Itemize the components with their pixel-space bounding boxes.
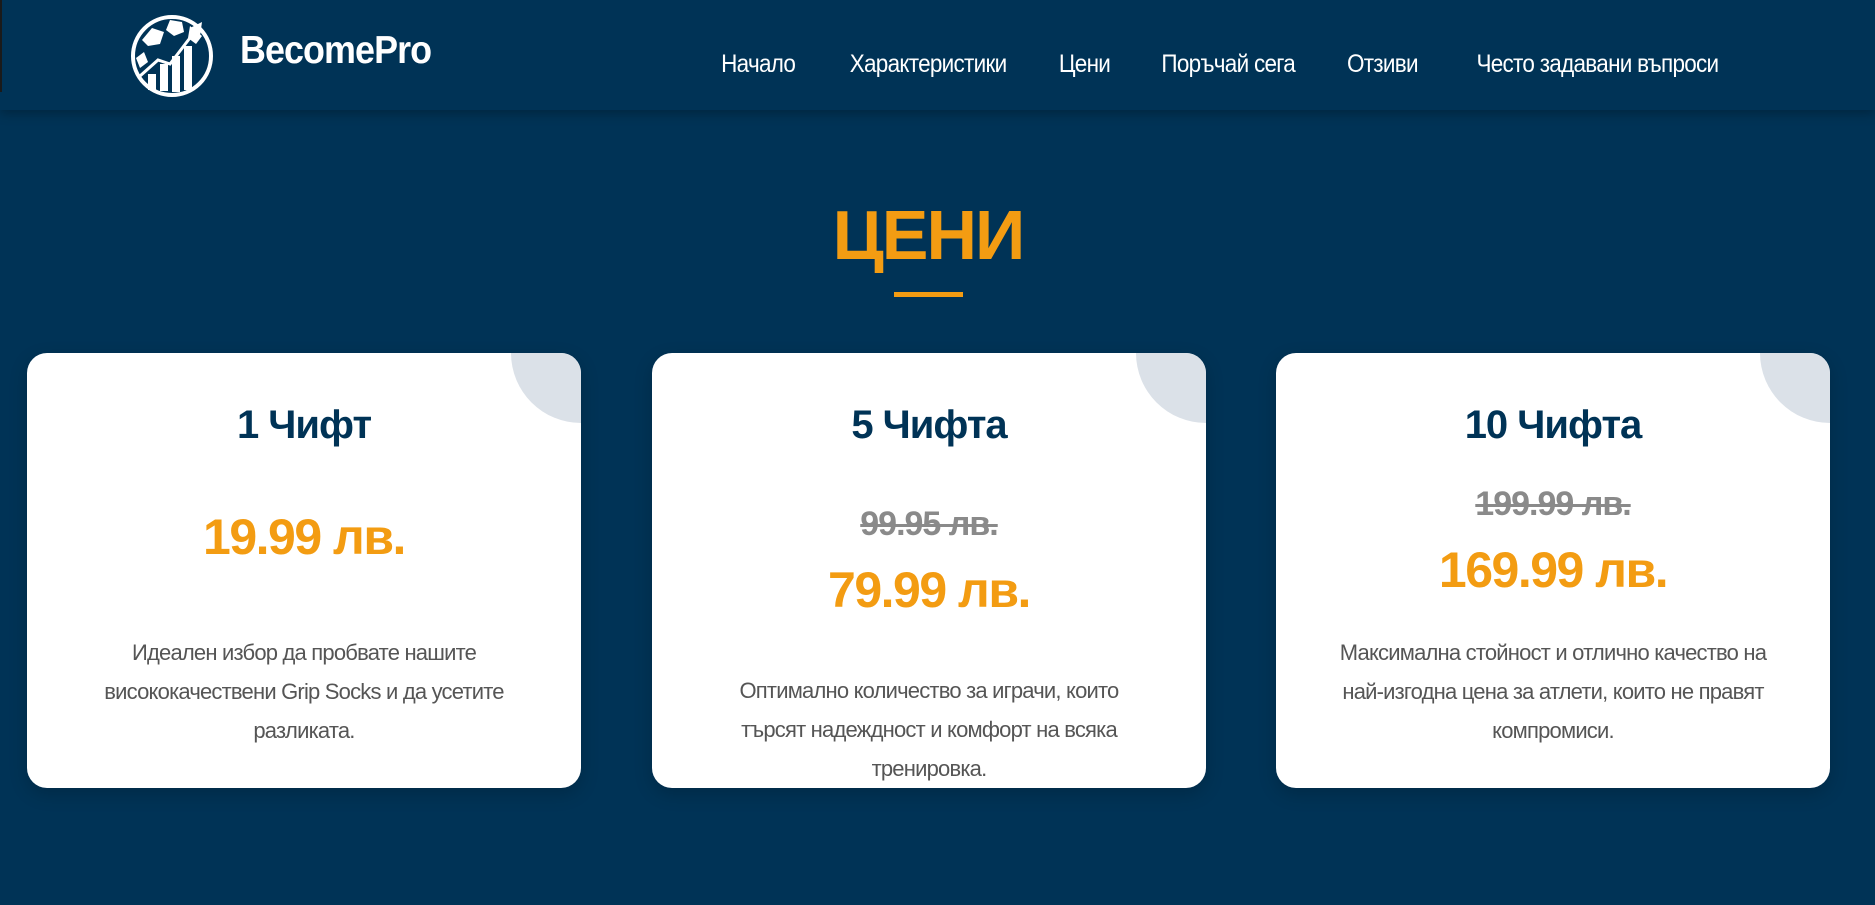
- pricing-card-1-pair: 1 Чифт 19.99 лв. Идеален избор да пробва…: [27, 353, 581, 788]
- title-underline: [894, 292, 963, 297]
- section-title: ЦЕНИ: [832, 196, 1026, 274]
- nav-home[interactable]: Начало: [721, 50, 796, 79]
- football-growth-chart-icon: [131, 15, 213, 97]
- card-description: Оптимално количество за играчи, които тъ…: [739, 678, 1120, 781]
- card-description: Максимална стойност и отлично качество н…: [1339, 640, 1767, 743]
- nav-faq[interactable]: Често задавани въпроси: [1477, 50, 1720, 79]
- nav-features[interactable]: Характеристики: [849, 50, 1006, 79]
- pricing-card-10-pairs: 10 Чифта 199.99 лв. 169.99 лв. Максималн…: [1276, 353, 1830, 788]
- card-description: Идеален избор да пробвате нашите високок…: [104, 640, 504, 743]
- card-title: 1 Чифт: [236, 403, 372, 447]
- left-edge-divider: [0, 0, 2, 92]
- main-nav: Начало Характеристики Цени Поръчай сега …: [717, 50, 1732, 79]
- card-price: 19.99 лв.: [203, 509, 406, 565]
- brand-name: BecomePro: [240, 29, 432, 72]
- nav-order-now[interactable]: Поръчай сега: [1161, 50, 1295, 79]
- nav-reviews[interactable]: Отзиви: [1347, 50, 1419, 79]
- card-title: 5 Чифта: [851, 403, 1007, 447]
- card-title: 10 Чифта: [1464, 403, 1643, 447]
- nav-prices[interactable]: Цени: [1059, 50, 1111, 79]
- card-price: 169.99 лв.: [1438, 542, 1669, 598]
- card-old-price: 199.99 лв.: [1475, 485, 1631, 523]
- site-header: BecomePro Начало Характеристики Цени Пор…: [0, 0, 1875, 110]
- card-price: 79.99 лв.: [828, 562, 1031, 618]
- pricing-card-5-pairs: 5 Чифта 99.95 лв. 79.99 лв. Оптимално ко…: [652, 353, 1206, 788]
- card-old-price: 99.95 лв.: [860, 505, 998, 543]
- logo-link[interactable]: BecomePro: [130, 14, 448, 98]
